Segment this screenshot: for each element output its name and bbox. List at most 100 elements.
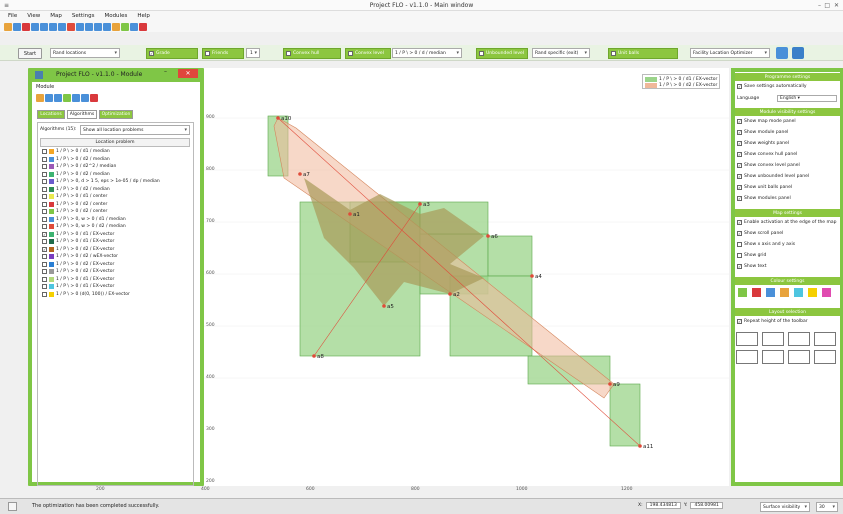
problem-checkbox[interactable] <box>42 276 47 282</box>
toolbar-icon-2[interactable] <box>22 22 30 31</box>
toolbar-icon-12[interactable] <box>112 22 120 31</box>
convex-level-combo[interactable]: 1 / P \ > 0 / d / median <box>392 48 462 58</box>
toolbar-icon-7[interactable] <box>67 22 75 31</box>
settings-row[interactable]: ✓ Show weights panel <box>737 141 789 146</box>
problem-checkbox[interactable] <box>42 156 47 162</box>
module-tool-icon-1[interactable] <box>45 94 53 102</box>
settings-checkbox[interactable]: ✓ <box>737 185 742 190</box>
toolbar-icon-0[interactable] <box>4 22 12 31</box>
colour-swatch[interactable] <box>752 288 761 297</box>
facility-combo[interactable]: Facility Location Optimizer <box>690 48 770 58</box>
menu-view[interactable]: View <box>27 13 40 19</box>
toolbar-icon-6[interactable] <box>58 22 66 31</box>
module-tool-icon-3[interactable] <box>63 94 71 102</box>
convex-hull-toggle[interactable]: Convex hull <box>283 48 341 59</box>
problem-row[interactable]: 1 / P \ > 0 / d1 / EX-vector <box>42 284 114 289</box>
visibility-mode-combo[interactable]: Surface visibility <box>760 502 810 512</box>
map-canvas[interactable]: a10 a7 a1 a3 a6 a4 a2 a5 a8 a9 a11 <box>204 68 729 486</box>
map-area[interactable]: a10 a7 a1 a3 a6 a4 a2 a5 a8 a9 a11 1 / P \ > 0 / d… <box>204 68 729 486</box>
friends-toggle[interactable]: Friends <box>202 48 244 59</box>
convex-level-toggle[interactable]: Convex level <box>345 48 391 59</box>
settings-row[interactable]: ✓ Show map mode panel <box>737 119 796 124</box>
layout-option[interactable] <box>814 332 836 346</box>
settings-checkbox[interactable]: ✓ <box>737 152 742 157</box>
problem-checkbox[interactable] <box>42 216 47 222</box>
module-tool-icon-2[interactable] <box>54 94 62 102</box>
problem-row[interactable]: 1 / P \ > 0 / d2 / median <box>42 186 110 192</box>
toolbar-icon-13[interactable] <box>121 22 129 31</box>
problem-checkbox[interactable] <box>42 239 47 244</box>
friends-checkbox[interactable] <box>205 51 210 56</box>
settings-row[interactable]: ✓ Show modules panel <box>737 196 791 201</box>
toolbar-icon-11[interactable] <box>103 22 111 31</box>
maximize-button[interactable]: □ <box>824 2 830 9</box>
unbounded-level-toggle[interactable]: Unbounded level <box>476 48 528 59</box>
problem-row[interactable]: ✓ 1 / P \ > 0 / d2 / EX-vector <box>42 246 114 252</box>
problem-checkbox[interactable] <box>42 179 47 184</box>
toolbar-icon-8[interactable] <box>76 22 84 31</box>
settings-checkbox[interactable]: ✓ <box>737 119 742 124</box>
toolbar-icon-14[interactable] <box>130 22 138 31</box>
settings-row[interactable]: ✓ Show text <box>737 264 766 269</box>
menu-settings[interactable]: Settings <box>72 13 95 19</box>
settings-checkbox[interactable]: ✓ <box>737 319 742 324</box>
layout-option[interactable] <box>736 350 758 364</box>
layout-option[interactable] <box>736 332 758 346</box>
problem-checkbox[interactable]: ✓ <box>42 231 47 237</box>
problem-row[interactable]: 1 / P \ > 0 / d2 / EX-vector <box>42 261 114 267</box>
menu-file[interactable]: File <box>8 13 17 19</box>
toolbar-icon-9[interactable] <box>85 22 93 31</box>
refresh-icon[interactable] <box>792 47 804 59</box>
settings-section-header[interactable]: Map settings <box>735 209 840 217</box>
start-button[interactable]: Start <box>18 48 42 59</box>
grade-toggle[interactable]: ✓ Grade <box>146 48 198 59</box>
problem-row[interactable]: 1 / P \ > 0 (d(0, 100)) / EX-vector <box>42 291 130 297</box>
problem-row[interactable]: 1 / P \ > 0 / d2^2 / median <box>42 164 116 169</box>
unit-balls-checkbox[interactable] <box>611 51 616 56</box>
colour-swatch[interactable] <box>766 288 775 297</box>
layout-option[interactable] <box>762 350 784 364</box>
settings-checkbox[interactable]: ✓ <box>737 174 742 179</box>
minimize-button[interactable]: – <box>818 2 821 9</box>
problem-checkbox[interactable] <box>42 149 47 154</box>
toolbar-icon-4[interactable] <box>40 22 48 31</box>
menu-help[interactable]: Help <box>137 13 150 19</box>
problem-checkbox[interactable]: ✓ <box>42 246 47 252</box>
problem-checkbox[interactable] <box>42 291 47 297</box>
settings-row[interactable]: ✓ Show convex hull panel <box>737 152 797 157</box>
problem-checkbox[interactable] <box>42 261 47 267</box>
settings-checkbox[interactable] <box>737 253 742 258</box>
language-combo[interactable]: English ▾ <box>777 95 837 102</box>
settings-checkbox[interactable]: ✓ <box>737 163 742 168</box>
settings-row[interactable]: Show grid <box>737 253 766 258</box>
settings-section-header[interactable]: Module visibility settings <box>735 108 840 116</box>
layout-option[interactable] <box>788 350 810 364</box>
tab-locations[interactable]: Locations <box>37 110 65 119</box>
settings-row[interactable]: Show x axis and y axis <box>737 242 795 247</box>
problem-row[interactable]: 1 / P \ > 0 / d1 / EX-vector <box>42 276 114 282</box>
problem-checkbox[interactable] <box>42 186 47 192</box>
tab-algorithms[interactable]: Algorithms <box>67 110 97 119</box>
friends-value[interactable]: 1 <box>246 48 260 58</box>
problem-row[interactable]: 1 / P \ > 0 / d2 / wEX-vector <box>42 254 118 259</box>
module-tool-icon-4[interactable] <box>72 94 80 102</box>
settings-checkbox[interactable]: ✓ <box>737 141 742 146</box>
problem-checkbox[interactable] <box>42 284 47 289</box>
problem-checkbox[interactable] <box>42 201 47 207</box>
module-tool-icon-0[interactable] <box>36 94 44 102</box>
toolbar-icon-15[interactable] <box>139 22 147 31</box>
problem-row[interactable]: 1 / P \ > 0, w > 0 / d1 / median <box>42 216 126 222</box>
toolbar-icon-5[interactable] <box>49 22 57 31</box>
unbounded-combo[interactable]: Rand specific (exit) <box>532 48 590 58</box>
problem-row[interactable]: 1 / P \ > 0 / d2 / median <box>42 156 110 162</box>
settings-checkbox[interactable]: ✓ <box>737 220 742 225</box>
colour-swatch[interactable] <box>808 288 817 297</box>
problem-checkbox[interactable] <box>42 171 47 177</box>
optimize-icon[interactable] <box>776 47 788 59</box>
problem-checkbox[interactable] <box>42 224 47 229</box>
problem-row[interactable]: 1 / P \ > 0 / d2 / EX-vector <box>42 269 114 274</box>
settings-row[interactable]: ✓ Save settings automatically <box>737 84 807 89</box>
settings-row[interactable]: ✓ Show scroll panel <box>737 231 783 236</box>
settings-row[interactable]: ✓ Show unit balls panel <box>737 185 792 190</box>
problem-checkbox[interactable] <box>42 194 47 199</box>
